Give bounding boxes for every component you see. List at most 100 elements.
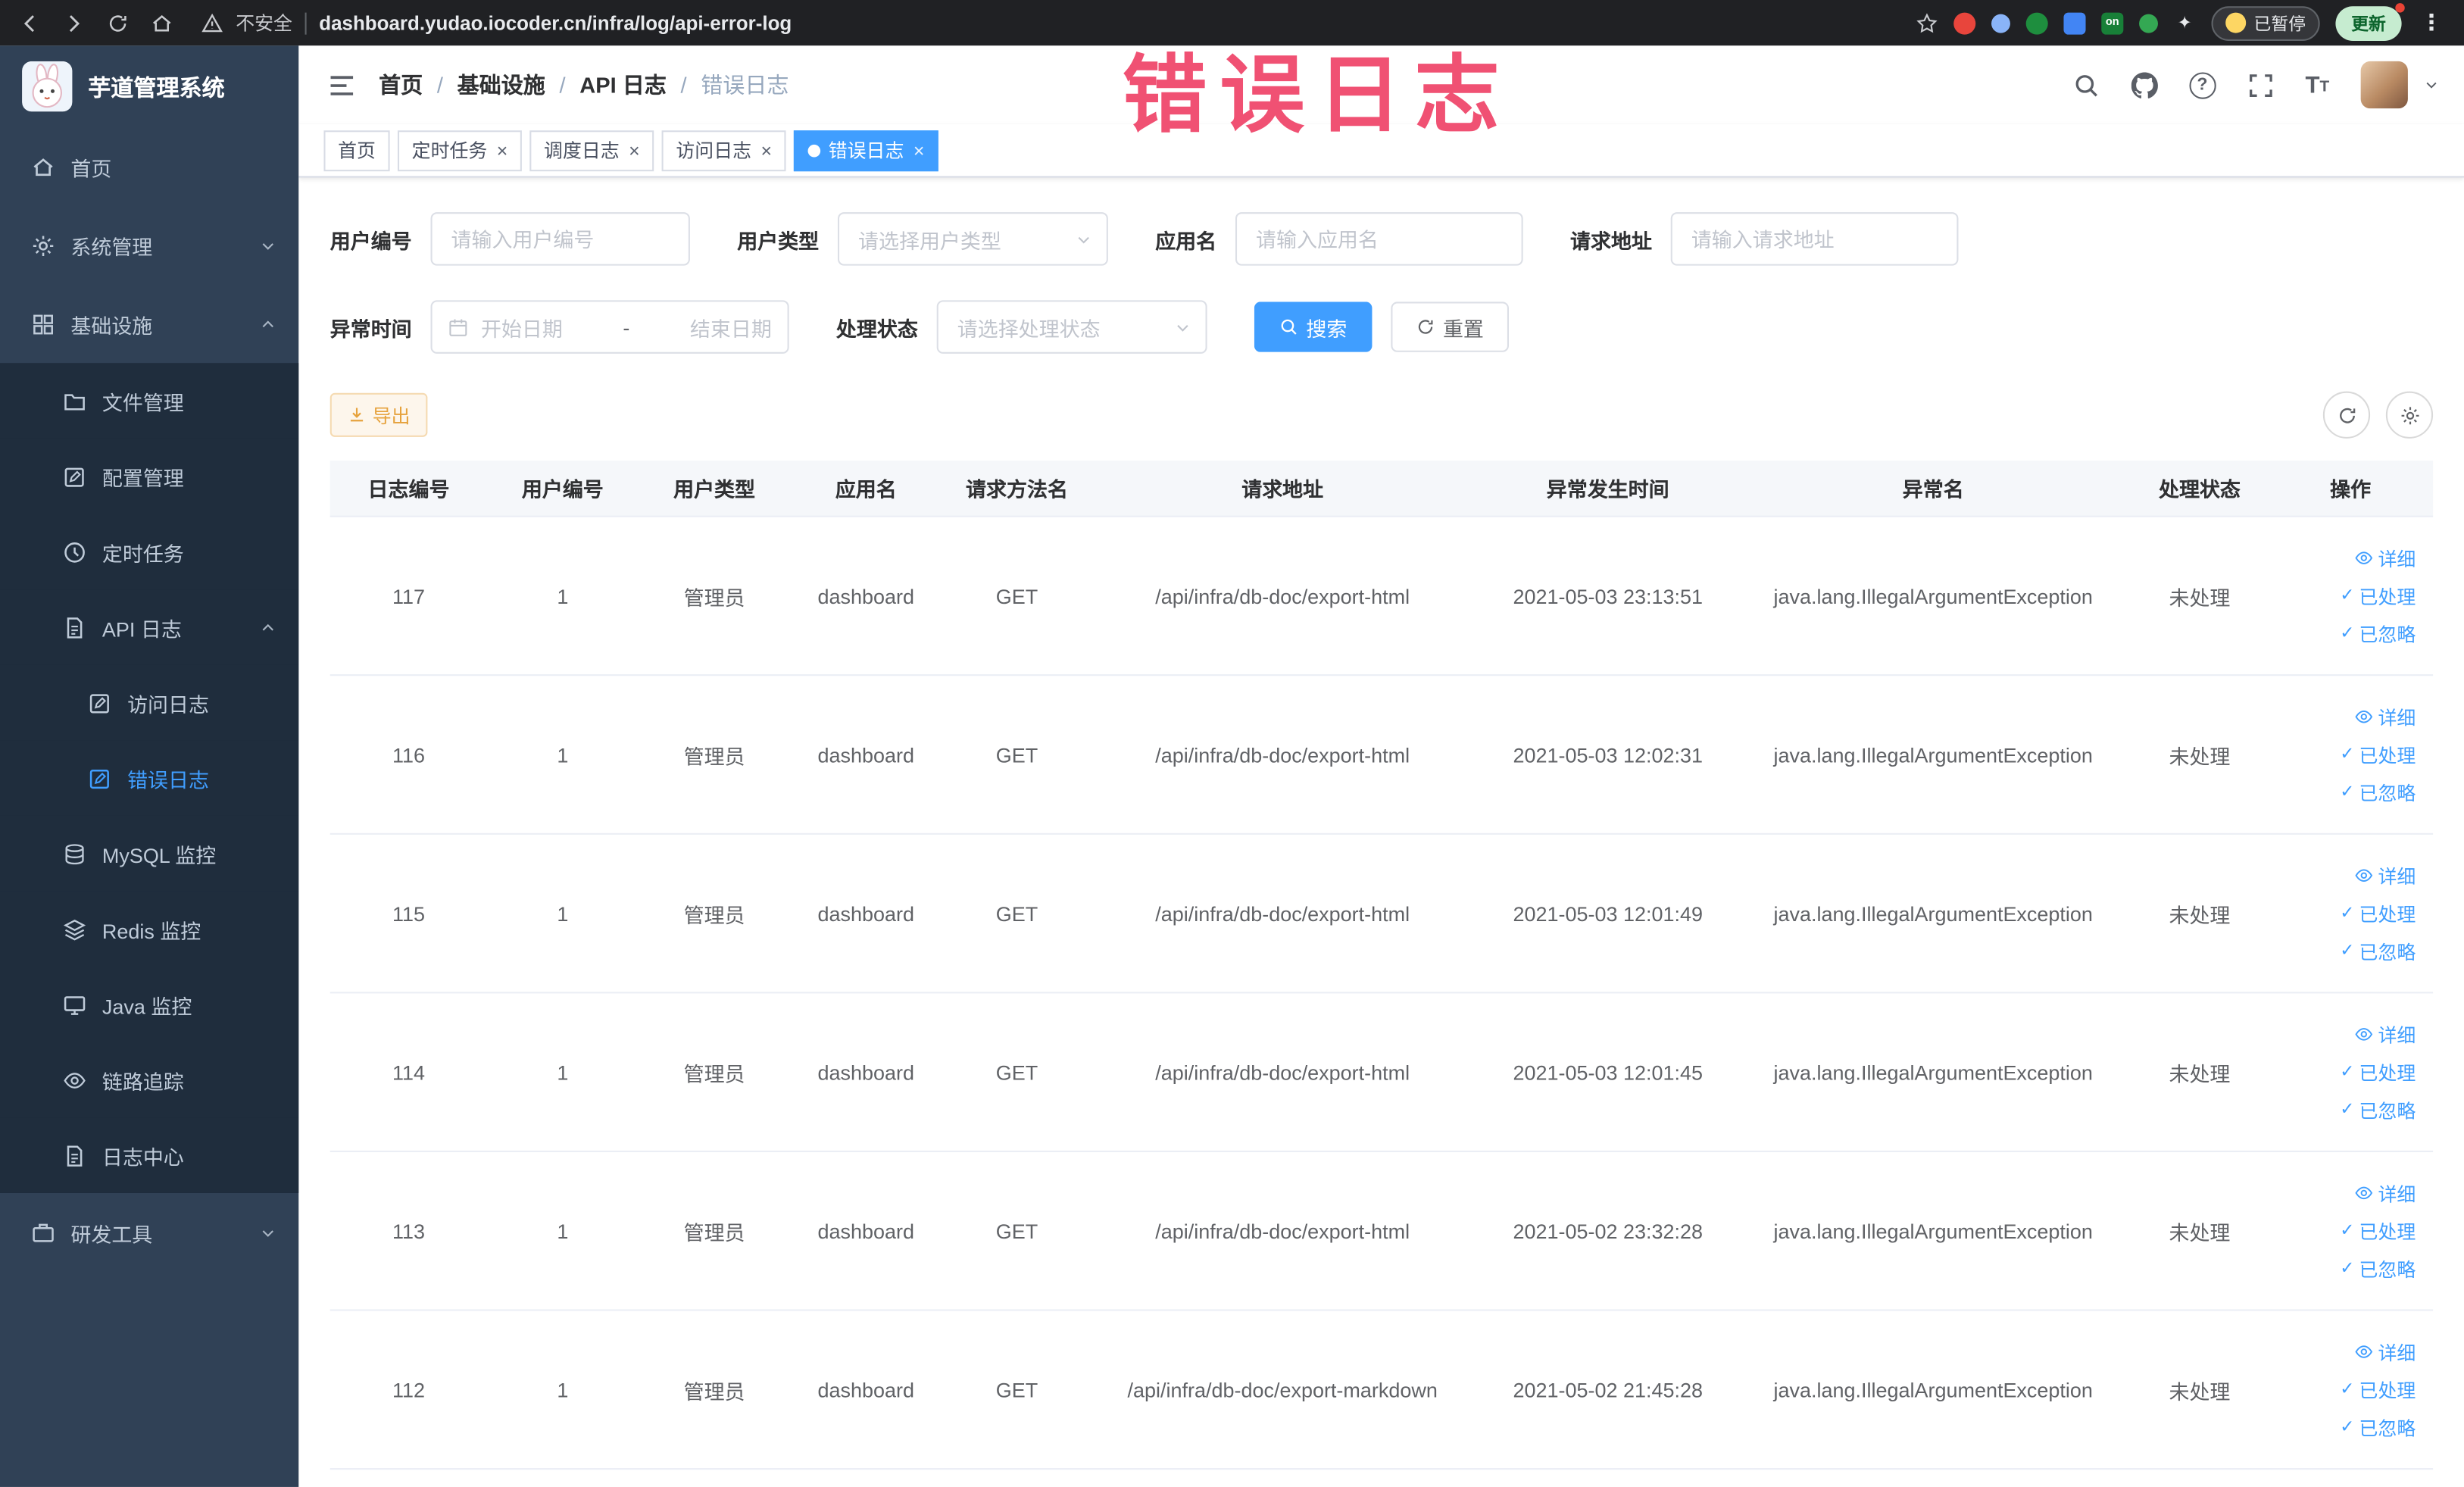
mark-processed-link[interactable]: ✓ 已处理 (2340, 1059, 2416, 1086)
check-icon: ✓ (2340, 1258, 2355, 1277)
user-type-select[interactable]: 请选择用户类型 (838, 212, 1108, 266)
sidebar-item-api-log[interactable]: API 日志 (0, 589, 299, 665)
mark-processed-link[interactable]: ✓ 已处理 (2340, 1217, 2416, 1244)
user-avatar[interactable] (2360, 61, 2408, 109)
not-secure-label[interactable]: 不安全 (236, 9, 292, 36)
detail-link[interactable]: 详细 (2354, 1021, 2416, 1048)
tab-access-log[interactable]: 访问日志 × (661, 130, 786, 171)
mark-ignored-link[interactable]: ✓ 已忽略 (2340, 779, 2416, 805)
mark-ignored-link[interactable]: ✓ 已忽略 (2340, 620, 2416, 647)
hamburger-icon[interactable] (327, 70, 357, 99)
sidebar-item-label: API 日志 (101, 617, 182, 641)
sidebar-item-config-manage[interactable]: 配置管理 (0, 438, 299, 514)
extension-icon[interactable] (2025, 11, 2048, 34)
tab-home[interactable]: 首页 (323, 130, 390, 171)
process-status-select[interactable]: 请选择处理状态 (936, 300, 1207, 354)
search-icon[interactable] (2072, 71, 2099, 98)
detail-link[interactable]: 详细 (2354, 545, 2416, 571)
detail-link[interactable]: 详细 (2354, 1339, 2416, 1365)
detail-link[interactable]: 详细 (2354, 1179, 2416, 1206)
sidebar-item-access-log[interactable]: 访问日志 (0, 664, 299, 741)
tab-error-log[interactable]: 错误日志 × (794, 130, 939, 171)
avatar-caret-icon[interactable] (2424, 77, 2440, 93)
extension-icon[interactable] (1953, 11, 1976, 34)
chevron-down-icon (259, 236, 276, 254)
sidebar-item-trace[interactable]: 链路追踪 (0, 1042, 299, 1118)
app-logo[interactable]: 芋道管理系统 (0, 45, 298, 127)
extension-icon[interactable] (2063, 11, 2086, 34)
app-name-input[interactable] (1235, 212, 1523, 266)
request-url-input[interactable] (1670, 212, 1959, 266)
mark-processed-link[interactable]: ✓ 已处理 (2340, 900, 2416, 926)
clock-icon (63, 540, 86, 564)
mark-ignored-link[interactable]: ✓ 已忽略 (2340, 1096, 2416, 1123)
sidebar-item-label: Redis 监控 (101, 918, 201, 942)
chevron-down-icon (1174, 318, 1191, 336)
back-icon[interactable] (19, 12, 41, 34)
sidebar-item-infra[interactable]: 基础设施 (0, 285, 298, 364)
cell-user-type: 管理员 (683, 585, 745, 610)
sidebar-item-error-log[interactable]: 错误日志 (0, 740, 299, 816)
detail-link[interactable]: 详细 (2354, 704, 2416, 730)
breadcrumb-infra[interactable]: 基础设施 (458, 69, 545, 101)
close-icon[interactable]: × (913, 141, 925, 160)
table-row: 112 1 管理员 dashboard GET /api/infra/db-do… (329, 1311, 2434, 1470)
mark-processed-link[interactable]: ✓ 已处理 (2340, 741, 2416, 767)
reload-icon[interactable] (107, 12, 129, 34)
paused-badge[interactable]: 已暂停 (2211, 5, 2320, 40)
close-icon[interactable]: × (629, 141, 640, 160)
close-icon[interactable]: × (497, 141, 508, 160)
sidebar-item-scheduled-job[interactable]: 定时任务 (0, 514, 299, 590)
sidebar-item-log-center[interactable]: 日志中心 (0, 1117, 299, 1193)
mark-ignored-link[interactable]: ✓ 已忽略 (2340, 1255, 2416, 1282)
cell-exception-name: java.lang.IllegalArgumentException (1773, 1060, 2093, 1084)
active-dot (807, 143, 821, 157)
mark-ignored-link[interactable]: ✓ 已忽略 (2340, 938, 2416, 964)
address-bar-url[interactable]: dashboard.yudao.iocoder.cn/infra/log/api… (319, 12, 792, 34)
export-button[interactable]: 导出 (329, 392, 428, 437)
refresh-table-button[interactable] (2322, 391, 2371, 439)
date-range-picker[interactable]: 开始日期 - 结束日期 (430, 300, 789, 354)
sidebar-item-mysql-monitor[interactable]: MySQL 监控 (0, 815, 299, 892)
reset-button[interactable]: 重置 (1391, 301, 1510, 352)
bookmark-star-icon[interactable] (1916, 12, 1938, 34)
breadcrumb-home[interactable]: 首页 (379, 69, 423, 101)
mark-processed-link[interactable]: ✓ 已处理 (2340, 1376, 2416, 1403)
user-type-label: 用户类型 (737, 228, 820, 253)
breadcrumb-api-log[interactable]: API 日志 (579, 69, 667, 101)
close-icon[interactable]: × (760, 141, 772, 160)
cell-exception-name: java.lang.IllegalArgumentException (1773, 1219, 2093, 1243)
forward-icon[interactable] (63, 12, 85, 34)
check-icon: ✓ (2340, 623, 2355, 642)
sidebar-item-redis-monitor[interactable]: Redis 监控 (0, 891, 299, 967)
user-id-input[interactable] (430, 212, 690, 266)
not-secure-warning-icon[interactable] (201, 12, 223, 34)
tab-dispatch-log[interactable]: 调度日志 × (529, 130, 654, 171)
tab-scheduled-job[interactable]: 定时任务 × (398, 130, 522, 171)
update-button[interactable]: 更新 (2335, 2, 2405, 40)
cell-request-url: /api/infra/db-doc/export-html (1155, 1219, 1410, 1243)
check-icon: ✓ (2340, 1099, 2355, 1119)
detail-link[interactable]: 详细 (2354, 862, 2416, 889)
help-icon[interactable]: ? (2188, 71, 2216, 98)
extension-icon[interactable]: on (2101, 11, 2124, 34)
sidebar-item-home[interactable]: 首页 (0, 127, 298, 206)
browser-home-icon[interactable] (151, 12, 173, 34)
extension-icon[interactable]: ✦ (2174, 12, 2196, 34)
github-icon[interactable] (2131, 71, 2157, 98)
edit-icon (88, 767, 111, 790)
sidebar-item-file-manage[interactable]: 文件管理 (0, 363, 299, 439)
cell-exception-time: 2021-05-03 23:13:51 (1513, 583, 1703, 608)
fullscreen-icon[interactable] (2247, 71, 2274, 98)
mark-ignored-link[interactable]: ✓ 已忽略 (2340, 1414, 2416, 1440)
mark-processed-link[interactable]: ✓ 已处理 (2340, 583, 2416, 609)
search-button[interactable]: 搜索 (1254, 301, 1373, 352)
font-size-icon[interactable]: TT (2305, 73, 2329, 96)
sidebar-item-system[interactable]: 系统管理 (0, 206, 298, 285)
extension-icon[interactable] (2139, 13, 2158, 33)
extension-icon[interactable] (1991, 13, 2010, 33)
browser-menu-icon[interactable]: ⋮ (2417, 9, 2445, 36)
sidebar-item-java-monitor[interactable]: Java 监控 (0, 967, 299, 1042)
sidebar-item-dev-tools[interactable]: 研发工具 (0, 1193, 298, 1272)
column-settings-button[interactable] (2385, 391, 2434, 439)
